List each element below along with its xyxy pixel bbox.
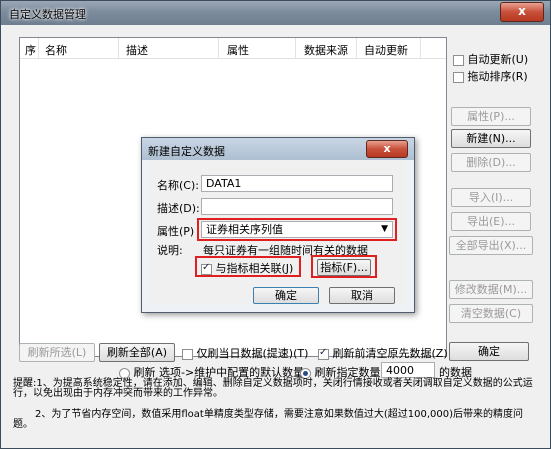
col-index[interactable]: 序 (25, 42, 36, 58)
col-auto-update[interactable]: 自动更新 (364, 42, 408, 58)
new-button[interactable]: 新建(N)... (451, 129, 531, 148)
only-today-label: 仅刷当日数据(提速)(T) (196, 347, 309, 360)
col-divider (38, 38, 39, 58)
tip-2: 2、为了节省内存空间，数值采用float单精度类型存储，需要注意如果数值过大(超… (13, 409, 523, 430)
tip-1: 提醒:1、为提高系统稳定性，请在添加、编辑、删除自定义数据项时，关闭行情接收或者… (13, 378, 533, 399)
default-radio[interactable] (119, 367, 130, 379)
only-today-checkbox[interactable]: 仅刷当日数据(提速)(T) (182, 345, 308, 361)
custom-data-manager-window: 自定义数据管理 x 序 名称 描述 属性 数据来源 自动更新 自动更新(U) 拖… (0, 0, 551, 449)
name-label: 名称(C): (157, 179, 199, 192)
clear-before-label: 刷新前清空原先数据(Z) (332, 347, 448, 360)
modify-data-button[interactable]: 修改数据(M)... (449, 280, 533, 299)
export-all-button[interactable]: 全部导出(X)... (449, 236, 533, 255)
dialog-title-bar[interactable]: 新建自定义数据 x (142, 138, 414, 160)
name-input[interactable]: DATA1 (201, 175, 393, 192)
refresh-selected-button[interactable]: 刷新所选(L) (19, 343, 95, 362)
clear-data-button[interactable]: 清空数据(C) (449, 304, 533, 323)
desc-input[interactable] (201, 198, 393, 215)
window-title: 自定义数据管理 (9, 8, 86, 21)
dialog-body: 名称(C): DATA1 描述(D): 属性(P) 证券相关序列值 ▼ 说明: … (149, 160, 406, 305)
drag-sort-checkbox[interactable]: 拖动排序(R) (453, 68, 528, 84)
dialog-ok-button[interactable]: 确定 (253, 287, 319, 304)
main-ok-button[interactable]: 确定 (449, 342, 529, 361)
col-divider (356, 38, 357, 58)
desc-label: 描述(D): (157, 202, 200, 215)
col-divider (295, 38, 296, 58)
attr-label: 属性(P) (157, 225, 195, 238)
property-button[interactable]: 属性(P)... (451, 107, 531, 126)
dialog-title: 新建自定义数据 (148, 145, 225, 158)
auto-update-check[interactable] (453, 54, 464, 66)
attr-highlight (197, 218, 397, 241)
clear-before-check[interactable] (318, 347, 329, 360)
explain-label: 说明: (157, 244, 183, 257)
auto-update-checkbox[interactable]: 自动更新(U) (453, 51, 528, 67)
title-bar[interactable]: 自定义数据管理 x (1, 1, 550, 25)
col-name[interactable]: 名称 (45, 42, 67, 58)
col-divider (218, 38, 219, 58)
col-divider (420, 38, 421, 58)
new-custom-data-dialog: 新建自定义数据 x 名称(C): DATA1 描述(D): 属性(P) 证券相关… (141, 137, 415, 313)
export-button[interactable]: 导出(E)... (451, 212, 531, 231)
clear-before-checkbox[interactable]: 刷新前清空原先数据(Z) (318, 345, 448, 361)
drag-sort-check[interactable] (453, 71, 464, 83)
only-today-check[interactable] (182, 348, 193, 360)
table-header: 序 名称 描述 属性 数据来源 自动更新 (20, 38, 446, 59)
import-button[interactable]: 导入(I)... (451, 188, 531, 207)
close-button[interactable]: x (500, 2, 544, 22)
indicator-highlight (311, 255, 377, 278)
count-input[interactable]: 4000 (381, 362, 435, 378)
link-highlight (195, 256, 301, 277)
col-description[interactable]: 描述 (126, 42, 148, 58)
refresh-all-button[interactable]: 刷新全部(A) (99, 343, 175, 362)
auto-update-label: 自动更新(U) (467, 53, 529, 66)
dialog-close-button[interactable]: x (366, 140, 408, 158)
dialog-cancel-button[interactable]: 取消 (329, 287, 395, 304)
col-divider (118, 38, 119, 58)
col-attribute[interactable]: 属性 (227, 42, 249, 58)
col-data-source[interactable]: 数据来源 (304, 42, 348, 58)
delete-button[interactable]: 删除(D)... (451, 153, 531, 172)
count-radio[interactable] (300, 367, 311, 379)
drag-sort-label: 拖动排序(R) (467, 70, 528, 83)
